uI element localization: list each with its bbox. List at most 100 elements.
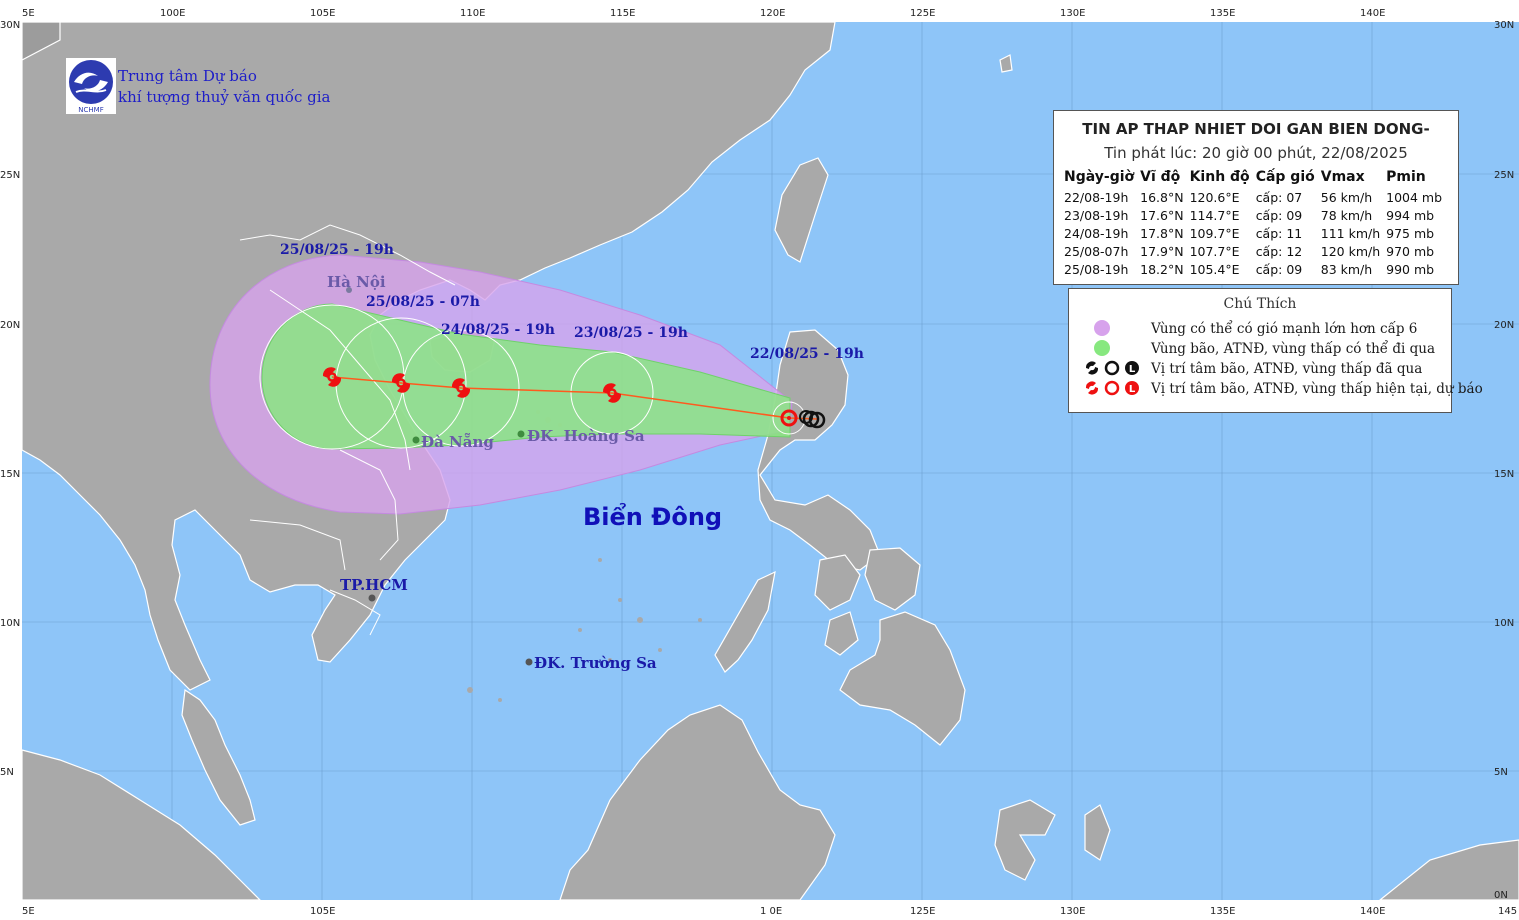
svg-text:100E: 100E <box>160 8 185 19</box>
table-header-row: Ngày-giờ Vĩ độ Kinh độ Cấp gió Vmax Pmin <box>1062 167 1446 188</box>
svg-text:140E: 140E <box>1360 906 1385 917</box>
current-storm-icons: L <box>1085 380 1139 396</box>
track-label-23-08-19h: 23/08/25 - 19h <box>574 325 688 341</box>
cell: 120.6°E <box>1189 189 1240 205</box>
track-label-25-08-19h: 25/08/25 - 19h <box>280 242 394 258</box>
svg-text:10N: 10N <box>1494 618 1514 629</box>
table-row: 24/08-19h 17.8°N 109.7°E cấp: 11 111 km/h 975… <box>1062 224 1446 242</box>
col-header: Ngày-giờ <box>1064 169 1135 185</box>
cell: 109.7°E <box>1189 225 1240 241</box>
cell: 111 km/h <box>1320 225 1381 241</box>
svg-text:120E: 120E <box>760 8 785 19</box>
svg-text:15N: 15N <box>0 469 20 480</box>
table-row: 25/08-19h 18.2°N 105.4°E cấp: 09 83 km/h 990 … <box>1062 260 1446 278</box>
track-label-22-08-19h: 22/08/25 - 19h <box>750 346 864 362</box>
legend-item-storm-zone: Vùng bão, ATNĐ, vùng thấp có thể đi qua <box>1081 339 1451 359</box>
col-header: Kinh độ <box>1189 169 1250 185</box>
svg-text:NCHMF: NCHMF <box>78 106 103 114</box>
svg-text:10N: 10N <box>0 618 20 629</box>
place-danang: Đà Nẵng <box>421 432 494 451</box>
legend-text: Vị trí tâm bão, ATNĐ, vùng thấp hiện tại… <box>1151 381 1483 397</box>
col-header: Vĩ độ <box>1140 169 1181 185</box>
cell: 22/08-19h <box>1064 189 1129 205</box>
table-row: 22/08-19h 16.8°N 120.6°E cấp: 07 56 km/h 1004… <box>1062 188 1446 206</box>
cell: cấp: 09 <box>1255 261 1303 277</box>
svg-text:110E: 110E <box>460 8 485 19</box>
place-hanoi: Hà Nội <box>327 273 386 291</box>
cell: 107.7°E <box>1189 243 1240 259</box>
svg-text:0N: 0N <box>1494 890 1508 901</box>
cell: 56 km/h <box>1320 189 1373 205</box>
svg-text:145: 145 <box>1498 906 1517 917</box>
svg-text:L: L <box>1129 364 1136 375</box>
forecast-table: Ngày-giờ Vĩ độ Kinh độ Cấp gió Vmax Pmin… <box>1062 167 1446 278</box>
cell: 105.4°E <box>1189 261 1240 277</box>
cell: 16.8°N <box>1140 189 1184 205</box>
org-name-line1: Trung tâm Dự báo <box>118 67 257 85</box>
bulletin-title: TIN AP THAP NHIET DOI GAN BIEN DONG- <box>1082 120 1430 138</box>
cell: cấp: 09 <box>1255 207 1303 223</box>
table-row: 23/08-19h 17.6°N 114.7°E cấp: 09 78 km/h 994 … <box>1062 206 1446 224</box>
svg-text:105E: 105E <box>310 906 335 917</box>
legend-text: Vùng bão, ATNĐ, vùng thấp có thể đi qua <box>1151 341 1436 357</box>
track-label-25-08-07h: 25/08/25 - 07h <box>366 294 480 310</box>
svg-text:125E: 125E <box>910 906 935 917</box>
place-tphcm: TP.HCM <box>340 576 408 594</box>
legend-item-past: L Vị trí tâm bão, ATNĐ, vùng thấp đã qua <box>1081 359 1451 379</box>
legend-item-wind-zone: Vùng có thể có gió mạnh lớn hơn cấp 6 <box>1081 319 1451 339</box>
svg-text:135E: 135E <box>1210 906 1235 917</box>
col-header: Vmax <box>1320 169 1365 185</box>
past-storm-icons: L <box>1085 360 1139 376</box>
cell: 17.8°N <box>1140 225 1184 241</box>
cell: 1004 mb <box>1386 189 1443 205</box>
cell: 970 mb <box>1386 243 1435 259</box>
svg-text:20N: 20N <box>1494 320 1514 331</box>
sea-name: Biển Đông <box>583 501 722 531</box>
svg-text:115E: 115E <box>610 8 635 19</box>
table-row: 25/08-07h 17.9°N 107.7°E cấp: 12 120 km/h 970… <box>1062 242 1446 260</box>
issued-time: Tin phát lúc: 20 giờ 00 phút, 22/08/2025 <box>1104 144 1408 162</box>
svg-text:135E: 135E <box>1210 8 1235 19</box>
col-header: Cấp gió <box>1255 169 1315 185</box>
svg-text:L: L <box>1129 384 1136 395</box>
green-dot-icon <box>1094 340 1110 356</box>
cell: 24/08-19h <box>1064 225 1129 241</box>
cell: 17.9°N <box>1140 243 1184 259</box>
cell: cấp: 07 <box>1255 189 1303 205</box>
cell: 120 km/h <box>1320 243 1381 259</box>
svg-text:5E: 5E <box>22 8 35 19</box>
forecast-info-box: TIN AP THAP NHIET DOI GAN BIEN DONG- Tin… <box>1053 110 1459 285</box>
org-name-line2: khí tượng thuỷ văn quốc gia <box>118 88 331 106</box>
svg-text:1 0E: 1 0E <box>760 906 782 917</box>
svg-text:30N: 30N <box>0 20 20 31</box>
svg-text:15N: 15N <box>1494 469 1514 480</box>
nchmf-logo: NCHMF <box>66 58 116 114</box>
svg-text:5E: 5E <box>22 906 35 917</box>
svg-text:5N: 5N <box>0 767 14 778</box>
legend-text: Vị trí tâm bão, ATNĐ, vùng thấp đã qua <box>1151 361 1423 377</box>
legend-item-current: L Vị trí tâm bão, ATNĐ, vùng thấp hiện t… <box>1081 379 1483 399</box>
svg-text:5N: 5N <box>1494 767 1508 778</box>
cell: 78 km/h <box>1320 207 1373 223</box>
legend-box: Chú Thích Vùng có thể có gió mạnh lớn hơ… <box>1068 288 1483 413</box>
cell: 18.2°N <box>1140 261 1184 277</box>
cell: 25/08-07h <box>1064 243 1129 259</box>
legend-text: Vùng có thể có gió mạnh lớn hơn cấp 6 <box>1151 321 1418 337</box>
cell: 114.7°E <box>1189 207 1240 223</box>
svg-text:20N: 20N <box>0 320 20 331</box>
purple-dot-icon <box>1094 320 1110 336</box>
cell: 990 mb <box>1386 261 1435 277</box>
svg-text:25N: 25N <box>0 170 20 181</box>
cell: 83 km/h <box>1320 261 1373 277</box>
place-truongsa: ĐK. Trường Sa <box>534 654 657 672</box>
svg-text:140E: 140E <box>1360 8 1385 19</box>
cell: 17.6°N <box>1140 207 1184 223</box>
track-label-24-08-19h: 24/08/25 - 19h <box>441 322 555 338</box>
legend-title: Chú Thích <box>1223 296 1297 312</box>
svg-text:125E: 125E <box>910 8 935 19</box>
cell: 25/08-19h <box>1064 261 1129 277</box>
svg-text:130E: 130E <box>1060 906 1085 917</box>
svg-text:25N: 25N <box>1494 170 1514 181</box>
cell: cấp: 12 <box>1255 243 1303 259</box>
svg-text:105E: 105E <box>310 8 335 19</box>
